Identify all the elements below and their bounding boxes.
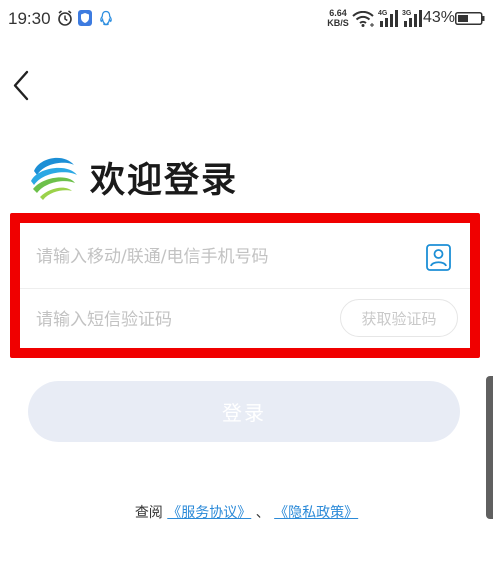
page-title: 欢迎登录 <box>90 161 239 201</box>
net-speed: 6.64 KB/S <box>327 8 349 28</box>
privacy-policy-link[interactable]: 《隐私政策》 <box>274 505 358 521</box>
login-button[interactable]: 登录 <box>28 381 460 442</box>
qq-icon <box>100 10 112 26</box>
code-row: 获取验证码 <box>20 289 470 351</box>
signal-icon: 4G <box>378 10 398 27</box>
agreement-text: 查阅 《服务协议》 、 《隐私政策》 <box>0 502 493 522</box>
status-bar: 19:30 6.64 KB/S 4G 3G 43% <box>0 0 493 36</box>
wifi-icon <box>352 11 374 27</box>
shield-icon <box>78 10 92 26</box>
china-mobile-logo-icon <box>31 157 77 200</box>
battery-percent: 43% <box>423 9 456 26</box>
status-time: 19:30 <box>8 9 51 28</box>
agreement-separator: 、 <box>255 505 270 521</box>
battery-icon <box>455 12 485 25</box>
contacts-icon[interactable] <box>426 244 451 271</box>
agreement-prefix: 查阅 <box>134 505 163 521</box>
back-button[interactable] <box>8 66 40 106</box>
alarm-icon <box>58 10 72 26</box>
service-agreement-link[interactable]: 《服务协议》 <box>167 505 251 521</box>
get-code-button[interactable]: 获取验证码 <box>340 299 458 337</box>
signal2-label: 3G <box>402 10 412 17</box>
signal-icon: 3G <box>402 10 422 27</box>
scroll-handle[interactable] <box>486 376 493 519</box>
phone-input[interactable] <box>34 223 398 290</box>
chevron-left-icon <box>13 70 29 101</box>
signal1-label: 4G <box>378 10 388 17</box>
phone-row <box>20 223 470 290</box>
